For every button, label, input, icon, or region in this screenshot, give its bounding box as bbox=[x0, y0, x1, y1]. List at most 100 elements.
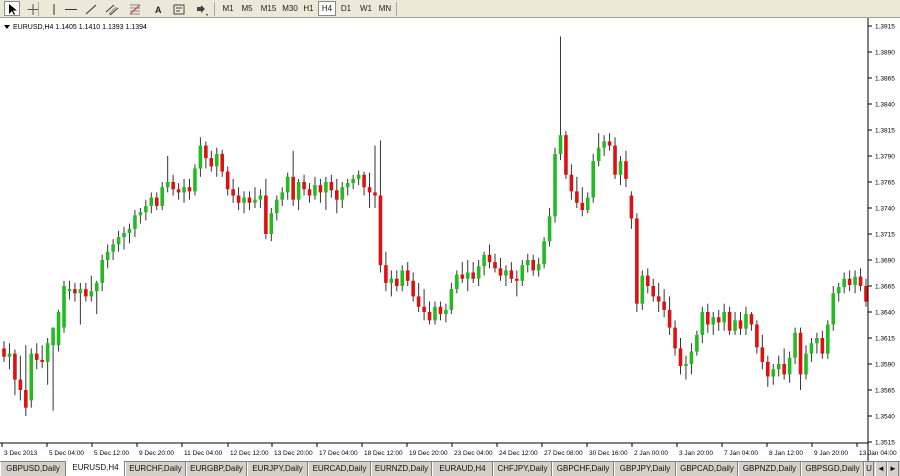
channel-icon[interactable] bbox=[103, 1, 119, 16]
candle bbox=[826, 320, 830, 359]
candle-body-bullish bbox=[444, 309, 448, 315]
candle bbox=[695, 330, 699, 356]
timeframe-mn-button[interactable]: MN bbox=[376, 1, 394, 16]
candle-body-bullish bbox=[67, 289, 72, 292]
candle bbox=[345, 178, 350, 196]
candle bbox=[460, 262, 465, 283]
time-tick-label: 7 Jan 04:00 bbox=[724, 450, 758, 457]
timeframe-h4-button[interactable]: H4 bbox=[318, 1, 336, 16]
candle bbox=[329, 174, 334, 198]
candle bbox=[73, 282, 77, 302]
price-chart[interactable]: 1.3915 1.3890 1.3865 1.3840 1.3815 1.3790 1.37… bbox=[0, 18, 900, 461]
candle-body-bullish bbox=[29, 353, 34, 401]
candle-body-bullish bbox=[689, 351, 694, 364]
candle-body-bearish bbox=[509, 270, 514, 279]
symbol-tab[interactable]: GBPUSD,Daily bbox=[0, 462, 66, 476]
candle-body-bearish bbox=[34, 353, 39, 360]
candle-body-bearish bbox=[187, 187, 192, 192]
candle bbox=[411, 272, 415, 302]
timeframe-h1-button[interactable]: H1 bbox=[300, 1, 317, 16]
candle-body-bearish bbox=[395, 278, 399, 286]
timeframe-m1-button[interactable]: M1 bbox=[219, 1, 237, 16]
candle bbox=[258, 189, 263, 208]
symbol-tab[interactable]: EURCAD,Daily bbox=[308, 462, 371, 476]
timeframe-w1-button[interactable]: W1 bbox=[357, 1, 375, 16]
cursor-icon[interactable] bbox=[4, 1, 20, 16]
candle bbox=[416, 282, 421, 312]
candle bbox=[809, 338, 814, 362]
metatrader-window: A M1 M5 M15 M30 H1 H4 D1 W1 MN 1.3915 1.3890 1.3865… bbox=[0, 0, 900, 476]
candle bbox=[373, 145, 377, 208]
timeframe-d1-button[interactable]: D1 bbox=[337, 1, 355, 16]
symbol-tab[interactable]: GBPCAD,Daily bbox=[676, 462, 738, 476]
candle-body-bearish bbox=[575, 191, 579, 203]
candle bbox=[422, 289, 426, 321]
candle bbox=[662, 289, 666, 318]
price-tick-label: 1.3540 bbox=[875, 414, 895, 421]
candle bbox=[793, 327, 797, 364]
timeframe-m30-button[interactable]: M30 bbox=[280, 1, 300, 16]
chart-title: EURUSD,H4 1.1405 1.1410 1.1393 1.1394 bbox=[13, 24, 147, 31]
symbol-tab[interactable]: EURCHF,Daily bbox=[125, 462, 186, 476]
price-tick-label: 1.3740 bbox=[875, 206, 895, 213]
candle bbox=[624, 150, 628, 188]
toolbar: A M1 M5 M15 M30 H1 H4 D1 W1 MN bbox=[0, 0, 900, 18]
candle-body-bearish bbox=[531, 260, 536, 271]
time-tick-label: 19 Dec 20:00 bbox=[409, 450, 448, 457]
candle bbox=[318, 178, 323, 203]
candle bbox=[858, 268, 863, 292]
text-tool-icon[interactable]: A bbox=[150, 1, 166, 16]
candle bbox=[204, 141, 208, 169]
price-tick-label: 1.3565 bbox=[875, 388, 895, 395]
candle bbox=[384, 251, 388, 292]
symbol-tab[interactable]: U bbox=[864, 462, 874, 476]
candle bbox=[18, 355, 23, 401]
candle-body-bearish bbox=[247, 197, 252, 203]
candle bbox=[405, 262, 410, 286]
candle bbox=[765, 355, 770, 387]
candle-body-bullish bbox=[269, 213, 274, 234]
candle-body-bullish bbox=[138, 212, 143, 216]
candle-body-bearish bbox=[225, 171, 230, 190]
candle-body-bullish bbox=[602, 141, 606, 148]
candle bbox=[744, 306, 748, 335]
candle-body-bearish bbox=[782, 364, 786, 375]
symbol-tab-bar: GBPUSD,Daily EURUSD,H4 EURCHF,Daily EURGBP,… bbox=[0, 461, 900, 476]
candle bbox=[602, 135, 606, 156]
chart-menu-triangle-icon[interactable] bbox=[4, 25, 10, 29]
tab-scroll-right-icon[interactable]: ► bbox=[887, 462, 899, 476]
price-tick-label: 1.3865 bbox=[875, 76, 895, 83]
timeframe-m5-button[interactable]: M5 bbox=[238, 1, 256, 16]
vertical-line-icon[interactable] bbox=[45, 1, 61, 16]
candle bbox=[853, 270, 857, 294]
candle bbox=[334, 178, 339, 214]
candle-body-bullish bbox=[591, 161, 596, 198]
tab-scroll-left-icon[interactable]: ◄ bbox=[875, 462, 887, 476]
symbol-tab[interactable]: EURNZD,Daily bbox=[371, 462, 432, 476]
candle-body-bearish bbox=[460, 274, 465, 279]
symbol-tab[interactable]: GBPJPY,Daily bbox=[614, 462, 676, 476]
label-tool-icon[interactable] bbox=[170, 1, 186, 16]
candle bbox=[542, 237, 546, 269]
candle bbox=[7, 343, 12, 370]
symbol-tab[interactable]: CHFJPY,Daily bbox=[493, 462, 552, 476]
symbol-tab[interactable]: EURUSD,H4 bbox=[66, 461, 125, 476]
fibonacci-icon[interactable] bbox=[126, 1, 142, 16]
candle bbox=[231, 178, 235, 203]
candle-body-bearish bbox=[307, 189, 312, 196]
horizontal-line-icon[interactable] bbox=[62, 1, 78, 16]
candle bbox=[149, 192, 154, 214]
candle bbox=[160, 182, 165, 211]
symbol-tab[interactable]: GBPSGD,Daily bbox=[801, 462, 864, 476]
symbol-tab[interactable]: GBPCHF,Daily bbox=[552, 462, 614, 476]
symbol-tab[interactable]: GBPNZD,Daily bbox=[738, 462, 801, 476]
candle bbox=[154, 192, 159, 211]
symbol-tab[interactable]: EURGBP,Daily bbox=[186, 462, 247, 476]
symbol-tab[interactable]: EURAUD,H4 bbox=[432, 462, 493, 476]
candle bbox=[220, 149, 225, 177]
candle-body-bearish bbox=[515, 278, 519, 281]
arrow-shapes-icon[interactable] bbox=[192, 1, 212, 16]
symbol-tab[interactable]: EURJPY,Daily bbox=[247, 462, 308, 476]
trendline-icon[interactable] bbox=[82, 1, 98, 16]
timeframe-m15-button[interactable]: M15 bbox=[258, 1, 279, 16]
